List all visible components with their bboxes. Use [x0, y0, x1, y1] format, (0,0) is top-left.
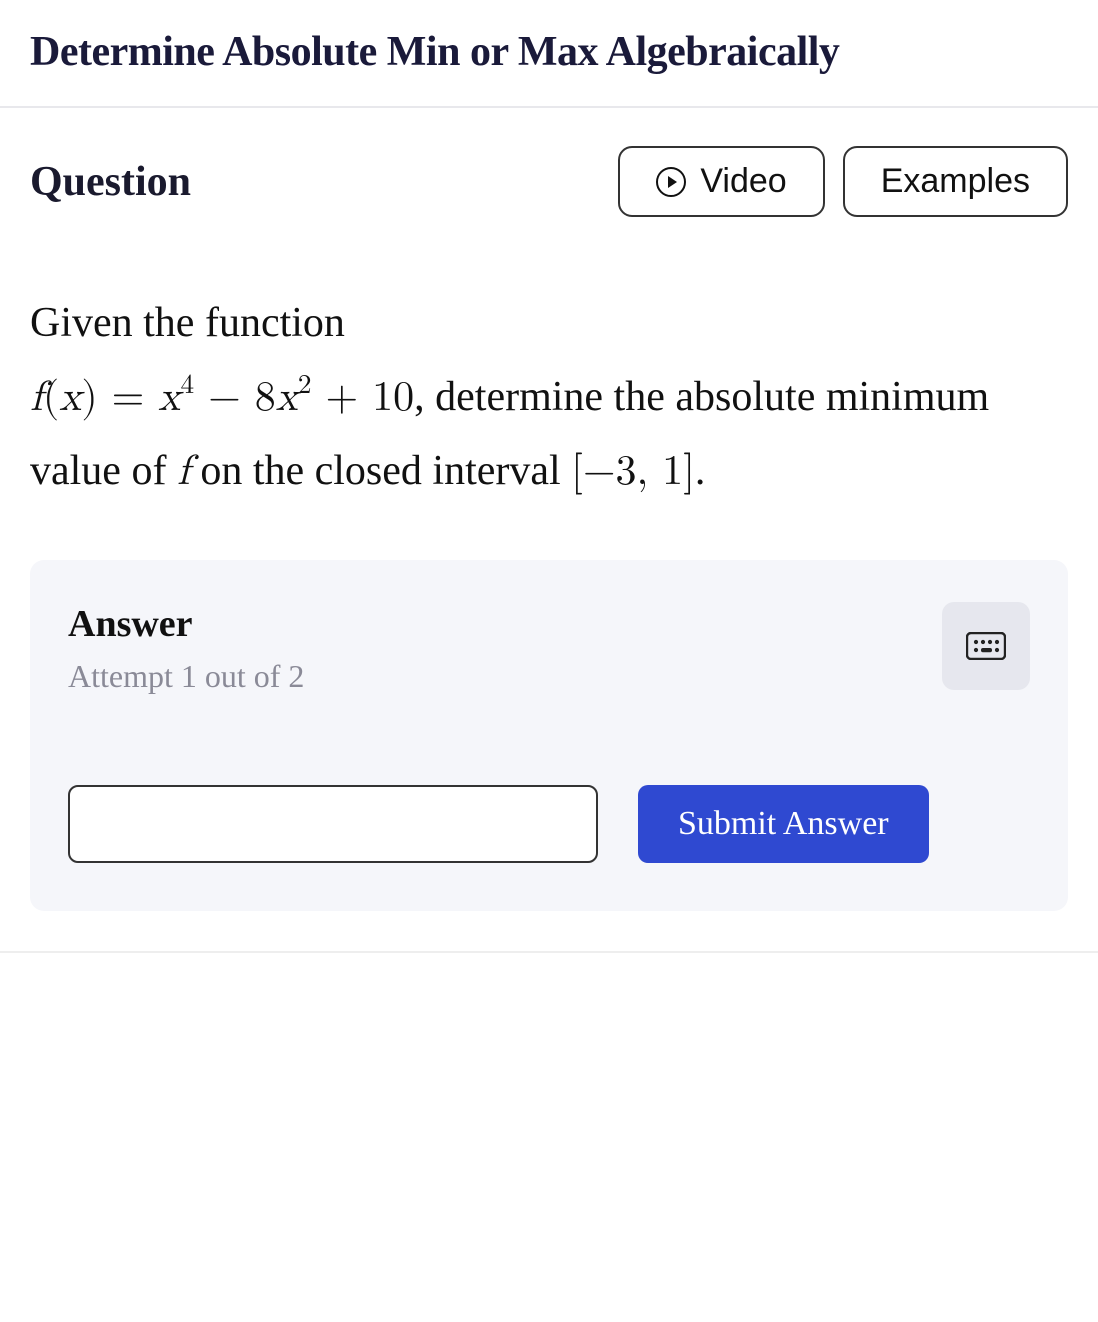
title-bar: Determine Absolute Min or Max Algebraica… [0, 0, 1098, 108]
answer-label: Answer [68, 602, 304, 646]
question-buttons: Video Examples [618, 146, 1068, 217]
video-button[interactable]: Video [618, 146, 824, 217]
question-header: Question Video Examples [30, 146, 1068, 217]
problem-pre: Given the function [30, 300, 345, 346]
problem-post2: . [695, 448, 706, 494]
interval: [−3, 1] [571, 451, 695, 493]
answer-input-row: Submit Answer [68, 785, 1030, 863]
video-button-label: Video [700, 162, 786, 201]
examples-button-label: Examples [881, 162, 1030, 201]
play-circle-icon [656, 167, 686, 197]
page-title: Determine Absolute Min or Max Algebraica… [30, 28, 1068, 76]
attempt-text: Attempt 1 out of 2 [68, 658, 304, 695]
keyboard-button[interactable] [942, 602, 1030, 690]
problem-text: Given the function f(x) = x4 − 8x2 + 10,… [30, 287, 1068, 510]
answer-card: Answer Attempt 1 out of 2 [30, 560, 1068, 911]
math-expression: f(x) = x4 − 8x2 + 10 [30, 377, 414, 419]
examples-button[interactable]: Examples [843, 146, 1068, 217]
keyboard-icon [966, 632, 1006, 660]
content: Question Video Examples Given the functi… [0, 108, 1098, 953]
f-symbol: f [177, 451, 190, 493]
answer-titles: Answer Attempt 1 out of 2 [68, 602, 304, 695]
submit-button[interactable]: Submit Answer [638, 785, 929, 863]
question-label: Question [30, 158, 191, 206]
page: Determine Absolute Min or Max Algebraica… [0, 0, 1098, 1322]
answer-input[interactable] [68, 785, 598, 863]
answer-header: Answer Attempt 1 out of 2 [68, 602, 1030, 695]
problem-post1: on the closed interval [190, 448, 571, 494]
